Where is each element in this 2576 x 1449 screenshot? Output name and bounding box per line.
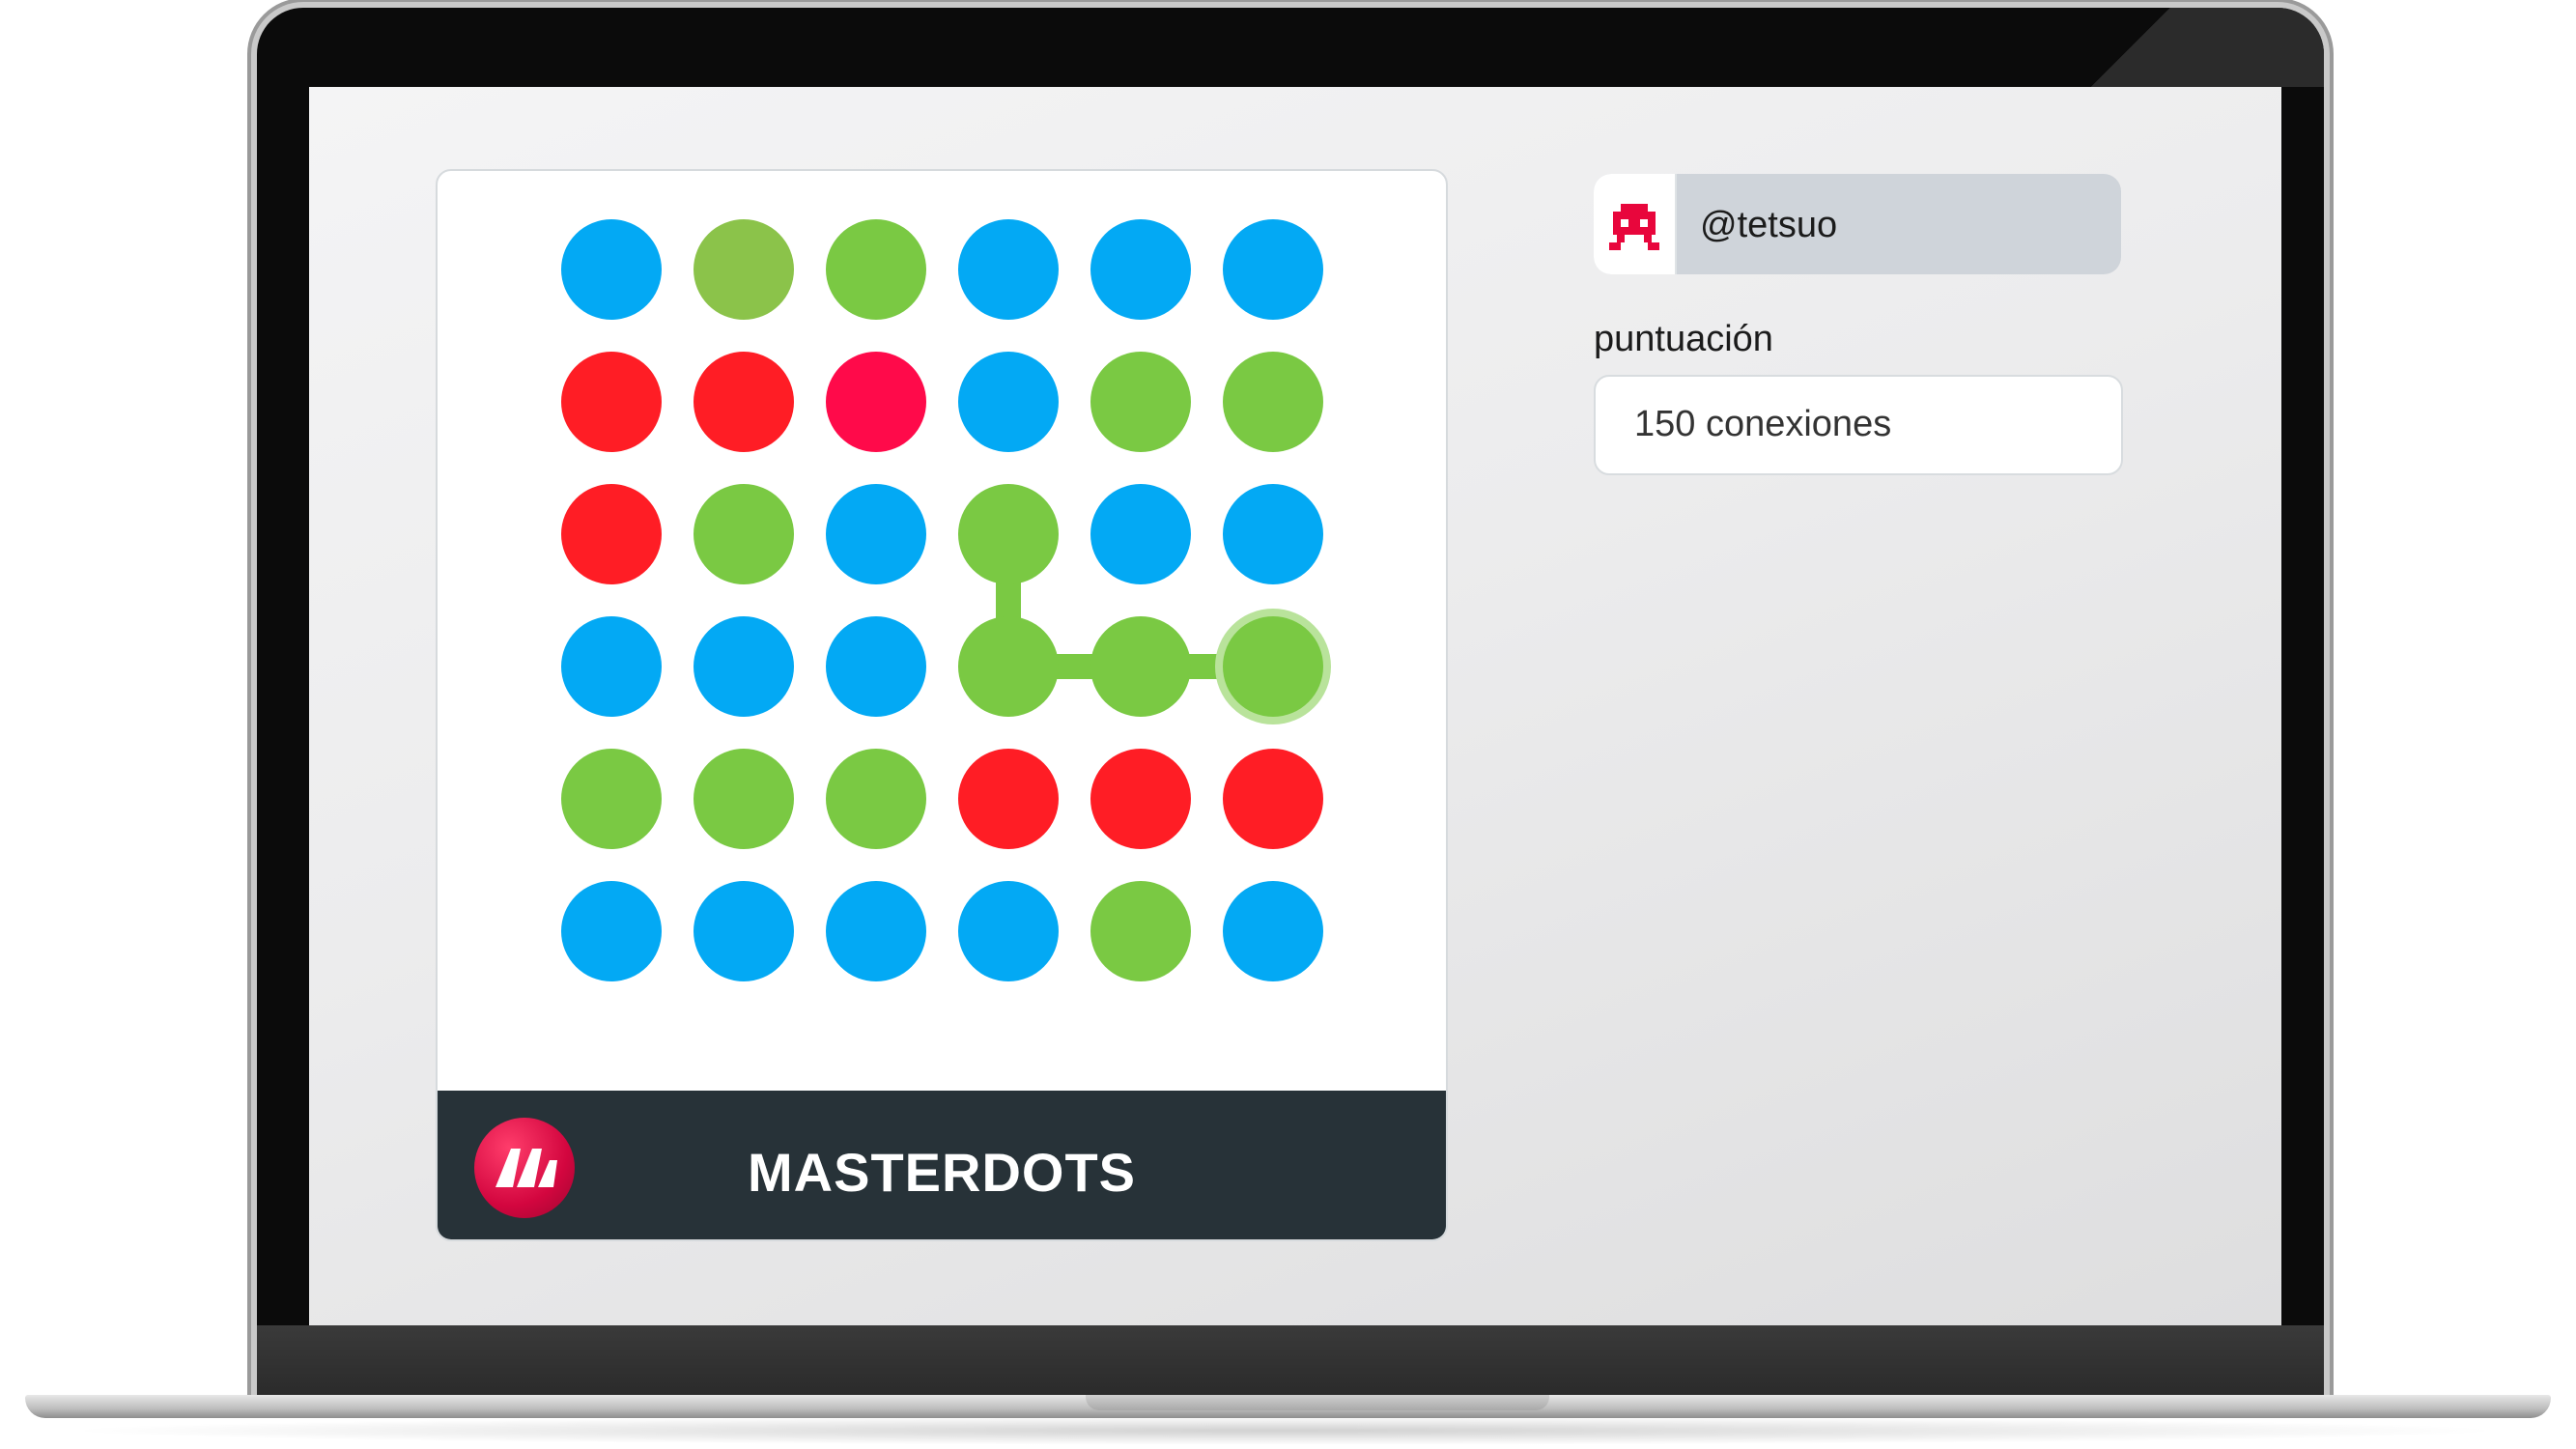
screen: MASTERDOTS @tetsuo puntuación 150 conexi… — [309, 87, 2281, 1325]
brand-bar: MASTERDOTS — [438, 1091, 1446, 1239]
dot-red[interactable] — [958, 749, 1059, 849]
dot-blue[interactable] — [1223, 881, 1323, 981]
user-card: @tetsuo — [1594, 174, 2121, 274]
game-board-card: MASTERDOTS — [436, 169, 1448, 1241]
dot-olive[interactable] — [694, 219, 794, 320]
dot-green[interactable] — [1223, 616, 1323, 717]
dot-green[interactable] — [1090, 616, 1191, 717]
dot-blue[interactable] — [561, 881, 662, 981]
dot-blue[interactable] — [826, 616, 926, 717]
dot-red[interactable] — [561, 352, 662, 452]
dot-green[interactable] — [958, 484, 1059, 584]
app-title: MASTERDOTS — [748, 1142, 1136, 1203]
dot-green[interactable] — [1223, 352, 1323, 452]
dot-blue[interactable] — [826, 484, 926, 584]
dot-green[interactable] — [1090, 352, 1191, 452]
score-field: 150 conexiones — [1594, 375, 2123, 475]
dot-blue[interactable] — [561, 616, 662, 717]
dot-red[interactable] — [1223, 749, 1323, 849]
dot-blue[interactable] — [958, 352, 1059, 452]
laptop-base — [25, 1395, 2551, 1418]
laptop-lid-glare — [2015, 8, 2324, 87]
dot-blue[interactable] — [958, 881, 1059, 981]
dot-green[interactable] — [826, 219, 926, 320]
dot-green[interactable] — [958, 616, 1059, 717]
dot-crimson[interactable] — [826, 352, 926, 452]
score-label: puntuación — [1594, 319, 1773, 359]
dot-blue[interactable] — [1223, 219, 1323, 320]
dot-blue[interactable] — [694, 881, 794, 981]
dot-green[interactable] — [1090, 881, 1191, 981]
avatar — [1594, 174, 1677, 274]
dot-red[interactable] — [1090, 749, 1191, 849]
username: @tetsuo — [1700, 205, 1838, 245]
dot-blue[interactable] — [1090, 219, 1191, 320]
dot-green[interactable] — [694, 484, 794, 584]
dot-red[interactable] — [561, 484, 662, 584]
dot-blue[interactable] — [1090, 484, 1191, 584]
dot-green[interactable] — [694, 749, 794, 849]
dot-blue[interactable] — [1223, 484, 1323, 584]
laptop-shadow — [58, 1416, 2511, 1445]
laptop-notch — [1086, 1395, 1549, 1410]
space-invader-icon — [1609, 204, 1659, 250]
dot-blue[interactable] — [826, 881, 926, 981]
dot-green[interactable] — [561, 749, 662, 849]
dot-green[interactable] — [826, 749, 926, 849]
score-value: 150 conexiones — [1634, 404, 1892, 444]
dot-blue[interactable] — [694, 616, 794, 717]
laptop-chin — [257, 1325, 2324, 1399]
dot-red[interactable] — [694, 352, 794, 452]
dot-blue[interactable] — [958, 219, 1059, 320]
dot-blue[interactable] — [561, 219, 662, 320]
dots-board[interactable] — [438, 171, 1446, 1089]
